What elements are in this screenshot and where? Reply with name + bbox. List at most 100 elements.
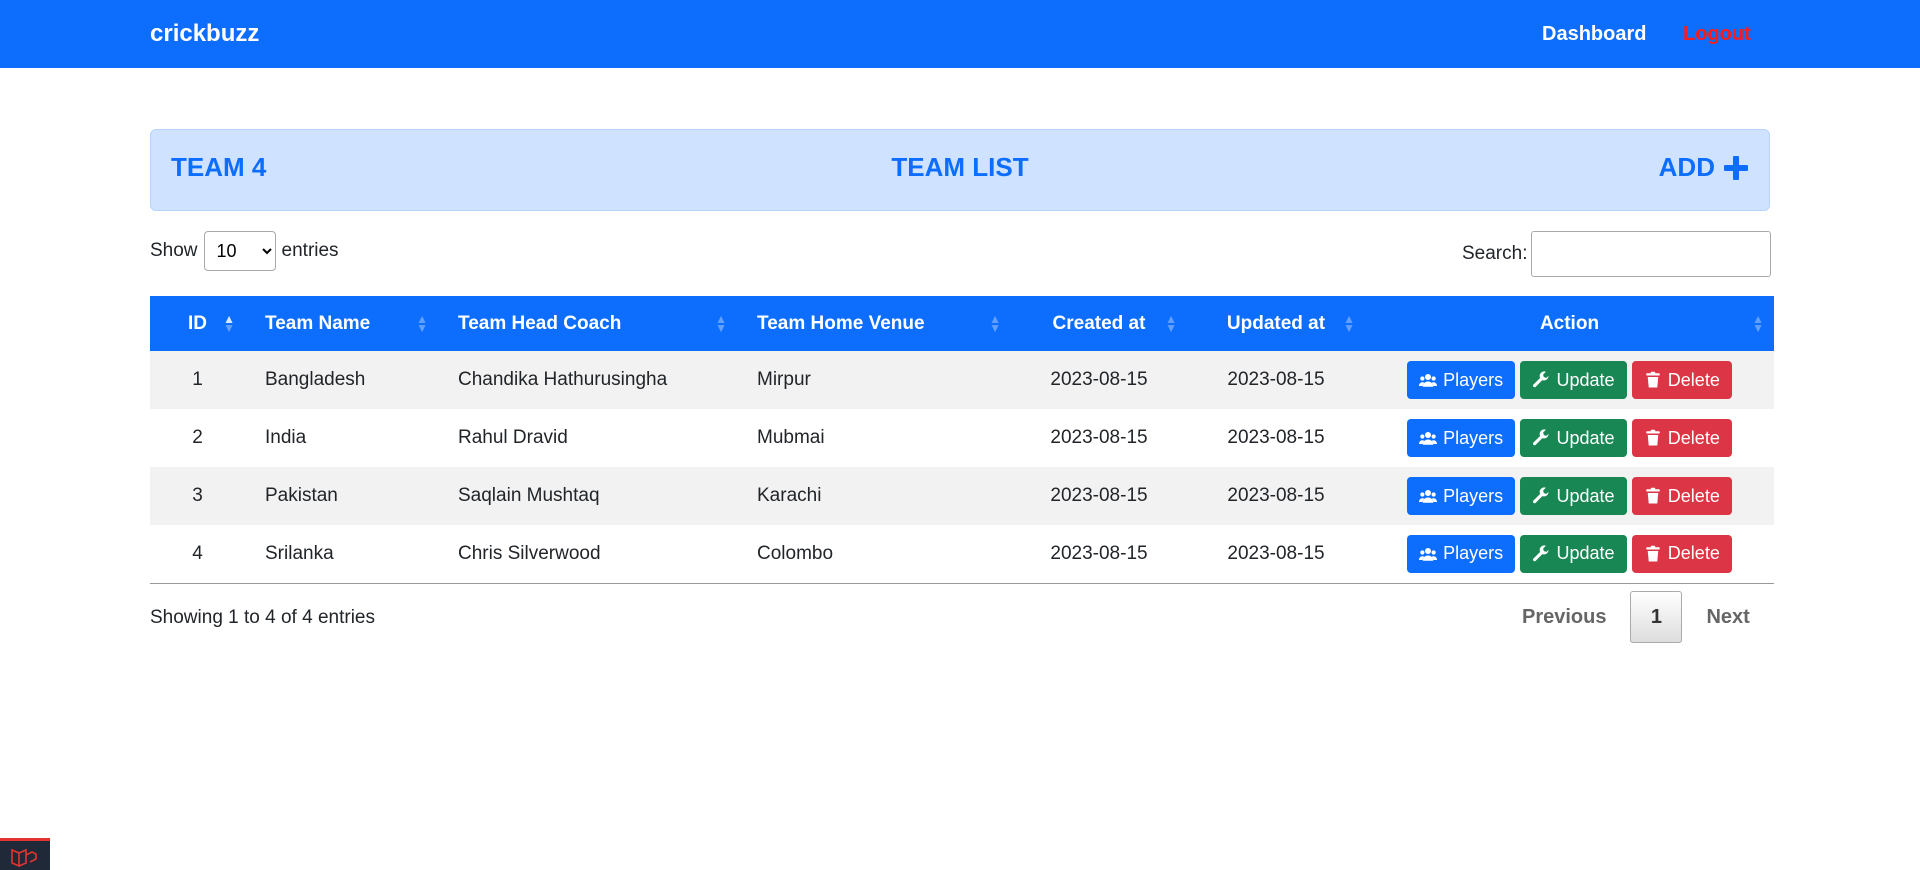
cell-home-venue: Karachi [757,485,822,506]
cell-id: 4 [192,542,203,564]
sort-icon: ▲ ▼ [1165,311,1177,335]
cell-actions: Players Update Delete [1365,525,1774,583]
trash-icon [1646,371,1660,388]
cell-actions: Players Update Delete [1365,409,1774,467]
column-header-team-name[interactable]: Team Name ▲ ▼ [245,296,438,351]
brand-link[interactable]: crickbuzz [150,20,259,48]
column-label: ID [188,312,207,334]
table-row: 4 Srilanka Chris Silverwood Colombo 2023… [150,525,1774,583]
players-button[interactable]: Players [1407,477,1516,515]
column-header-created-at[interactable]: Created at ▲ ▼ [1011,296,1187,351]
column-label: Team Home Venue [757,312,925,334]
cell-created-at: 2023-08-15 [1050,427,1148,448]
cell-head-coach: Rahul Dravid [458,427,568,448]
table-row: 3 Pakistan Saqlain Mushtaq Karachi 2023-… [150,467,1774,525]
update-button[interactable]: Update [1520,477,1627,515]
cell-id: 3 [192,485,203,506]
column-header-head-coach[interactable]: Team Head Coach ▲ ▼ [438,296,737,351]
users-icon [1419,490,1438,503]
cell-head-coach: Chandika Hathurusingha [458,369,668,390]
team-list-header: TEAM 4 TEAM LIST ADD [150,129,1770,211]
teams-table: ID ▲ ▼ Team Name ▲ ▼ Team Head Coach ▲ ▼ Te… [150,296,1774,584]
cell-team-name: Srilanka [265,542,334,564]
search-input[interactable] [1531,231,1772,277]
table-header-row: ID ▲ ▼ Team Name ▲ ▼ Team Head Coach ▲ ▼ Te… [150,296,1774,351]
cell-home-venue: Mubmai [757,427,825,448]
wrench-icon [1533,429,1549,446]
trash-icon [1646,487,1660,504]
delete-button[interactable]: Delete [1631,534,1732,573]
table-row: 1 Bangladesh Chandika Hathurusingha Mirp… [150,351,1774,409]
cell-updated-at: 2023-08-15 [1227,542,1325,564]
update-button[interactable]: Update [1520,361,1627,399]
previous-page-button[interactable]: Previous [1502,591,1626,643]
update-label: Update [1556,427,1615,448]
update-label: Update [1556,485,1615,506]
users-icon [1419,374,1438,387]
players-button[interactable]: Players [1407,534,1516,573]
sort-icon: ▲ ▼ [1343,311,1355,335]
cell-home-venue: Mirpur [757,369,811,390]
search-control: Search: [1462,231,1772,277]
column-label: Updated at [1226,312,1326,334]
players-label: Players [1443,427,1504,448]
cell-head-coach: Chris Silverwood [458,542,601,564]
cell-id: 2 [192,427,203,448]
table-info: Showing 1 to 4 of 4 entries [150,607,375,628]
entries-label: entries [281,240,339,261]
wrench-icon [1533,487,1549,504]
cell-team-name: India [265,427,307,448]
show-entries-control: Show 10 entries [150,231,339,271]
cell-head-coach: Saqlain Mushtaq [458,485,600,506]
dashboard-link[interactable]: Dashboard [1542,23,1646,46]
users-icon [1419,432,1438,445]
delete-button[interactable]: Delete [1631,361,1732,399]
add-team-button[interactable]: ADD [1659,152,1749,183]
sort-icon: ▲ ▼ [1752,311,1764,335]
players-label: Players [1443,543,1504,564]
wrench-icon [1533,371,1549,388]
top-navbar: crickbuzz Dashboard Logout [0,0,1920,68]
wrench-icon [1533,545,1549,561]
column-header-home-venue[interactable]: Team Home Venue ▲ ▼ [737,296,1011,351]
cell-created-at: 2023-08-15 [1050,542,1148,564]
search-label: Search: [1462,243,1528,264]
laravel-logo-icon [11,848,37,867]
players-button[interactable]: Players [1407,361,1516,399]
page-1-button[interactable]: 1 [1630,591,1683,643]
pagination: Previous 1 Next [1502,591,1770,643]
sort-icon: ▲ ▼ [715,311,727,335]
cell-team-name: Pakistan [265,485,338,506]
cell-updated-at: 2023-08-15 [1227,369,1325,390]
cell-created-at: 2023-08-15 [1050,485,1148,506]
cell-created-at: 2023-08-15 [1050,369,1148,390]
update-button[interactable]: Update [1520,419,1627,457]
page-size-select[interactable]: 10 [203,231,276,271]
sort-icon: ▲ ▼ [223,311,235,335]
page-title: TEAM LIST [891,152,1029,182]
update-label: Update [1556,369,1615,390]
update-button[interactable]: Update [1520,534,1627,573]
delete-button[interactable]: Delete [1631,477,1732,515]
players-button[interactable]: Players [1407,419,1516,457]
cell-team-name: Bangladesh [265,369,366,390]
cell-actions: Players Update Delete [1365,467,1774,525]
column-header-updated-at[interactable]: Updated at ▲ ▼ [1187,296,1365,351]
column-label: Action [1539,312,1600,334]
table-row: 2 India Rahul Dravid Mubmai 2023-08-15 2… [150,409,1774,467]
delete-button[interactable]: Delete [1631,419,1732,457]
logout-link[interactable]: Logout [1683,23,1751,46]
add-label: ADD [1658,152,1715,182]
users-icon [1419,547,1438,561]
sort-icon: ▲ ▼ [989,311,1001,335]
column-header-action[interactable]: Action ▲ ▼ [1365,296,1774,351]
trash-icon [1646,545,1660,562]
delete-label: Delete [1667,369,1720,390]
column-header-id[interactable]: ID ▲ ▼ [150,296,245,351]
cell-actions: Players Update Delete [1365,351,1774,409]
column-label: Team Name [265,312,371,334]
debug-toolbar-badge[interactable] [0,838,50,870]
update-label: Update [1556,543,1615,564]
plus-icon [1724,155,1748,180]
next-page-button[interactable]: Next [1686,591,1769,643]
